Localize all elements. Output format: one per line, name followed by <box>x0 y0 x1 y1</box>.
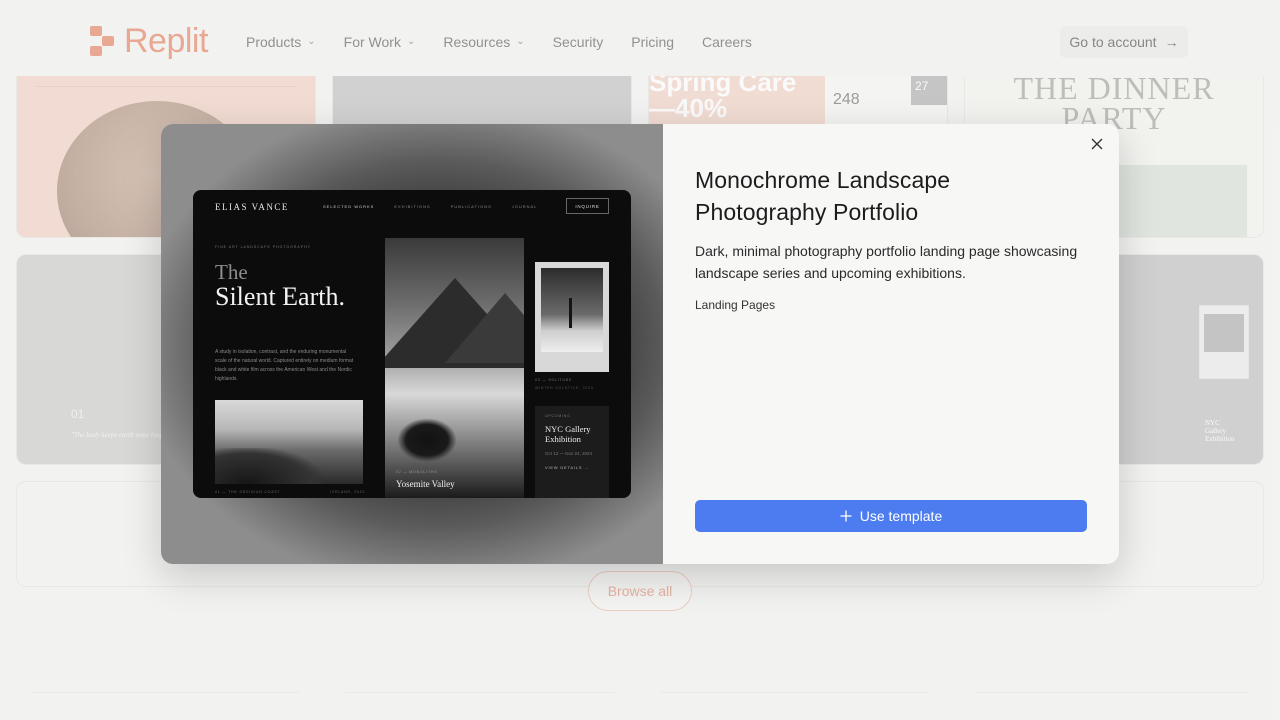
preview-nav-item: JOURNAL <box>511 204 538 209</box>
preview-caption: 03 — SOLITUDE <box>535 378 573 382</box>
use-template-button[interactable]: Use template <box>695 500 1087 532</box>
use-template-label: Use template <box>859 508 943 524</box>
preview-caption: WINTER SOLSTICE, 2023 <box>535 386 594 390</box>
preview-headline: Silent Earth. <box>215 282 345 311</box>
template-title: Monochrome Landscape Photography Portfol… <box>695 167 951 225</box>
preview-tree-image <box>541 268 603 352</box>
tree-silhouette <box>397 418 457 462</box>
preview-inquire-button: INQUIRE <box>566 198 609 214</box>
template-category: Landing Pages <box>695 298 776 312</box>
template-details: Monochrome Landscape Photography Portfol… <box>695 164 1087 312</box>
preview-kicker: FINE ART LANDSCAPE PHOTOGRAPHY <box>215 245 311 249</box>
preview-caption: 01 — THE OBSIDIAN COAST <box>215 490 281 494</box>
preview-nav-item: PUBLICATIONS <box>450 204 492 209</box>
preview-caption: ICELAND, 2022 <box>330 490 366 494</box>
template-preview-modal: ELIAS VANCE SELECTED WORKS EXHIBITIONS P… <box>161 124 1119 564</box>
template-preview-pane: ELIAS VANCE SELECTED WORKS EXHIBITIONS P… <box>161 124 663 564</box>
preview-feature-title: Yosemite Valley <box>396 479 455 489</box>
preview-nav: SELECTED WORKS EXHIBITIONS PUBLICATIONS … <box>323 204 537 209</box>
preview-nav-item: SELECTED WORKS <box>323 204 375 209</box>
preview-nav-item: EXHIBITIONS <box>394 204 431 209</box>
close-icon <box>1091 138 1103 150</box>
preview-coast-image <box>215 400 363 484</box>
preview-blurb: A study in isolation, contrast, and the … <box>215 349 354 382</box>
preview-brand: ELIAS VANCE <box>215 202 289 212</box>
event-dates: Oct 12 — Nov 24, 2024 <box>545 451 593 456</box>
mountain-peak <box>445 293 524 363</box>
template-description: Dark, minimal photography portfolio land… <box>695 243 1078 281</box>
event-title: NYC Gallery Exhibition <box>545 424 591 444</box>
close-modal-button[interactable] <box>1089 136 1105 152</box>
preview-mountain-image <box>385 238 524 498</box>
preview-event-card: UPCOMING NYC Gallery Exhibition Oct 12 —… <box>535 406 609 498</box>
template-screenshot: ELIAS VANCE SELECTED WORKS EXHIBITIONS P… <box>193 190 631 498</box>
preview-caption: 02 — MONOLITHS <box>396 470 438 474</box>
event-link: VIEW DETAILS → <box>545 465 590 470</box>
plus-icon <box>840 510 852 522</box>
event-kicker: UPCOMING <box>545 414 571 418</box>
preview-polaroid <box>535 262 609 372</box>
